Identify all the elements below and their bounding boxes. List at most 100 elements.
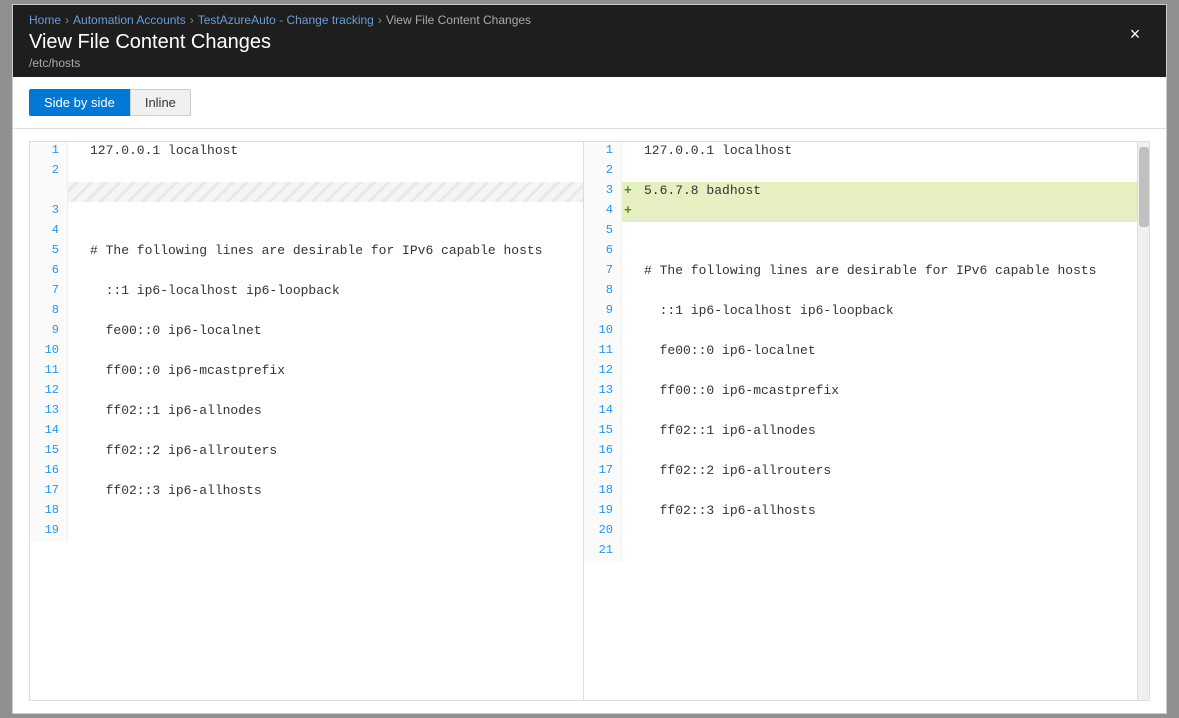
diff-line: 14 [30,422,583,442]
line-change-marker [622,402,638,422]
diff-line: 11 ff00::0 ip6-mcastprefix [30,362,583,382]
line-change-marker [68,162,84,182]
diff-line: 10 [584,322,1137,342]
diff-line: 3+5.6.7.8 badhost [584,182,1137,202]
line-content [638,362,1137,382]
diff-line-hatched [30,182,583,202]
line-num: 16 [584,442,622,462]
line-num: 12 [584,362,622,382]
line-content [638,482,1137,502]
line-num: 12 [30,382,68,402]
diff-line: 19 [30,522,583,542]
line-content [84,342,583,362]
diff-line: 15 ff02::2 ip6-allrouters [30,442,583,462]
line-change-marker [68,322,84,342]
line-change-marker [68,302,84,322]
diff-line: 8 [584,282,1137,302]
line-num: 2 [584,162,622,182]
diff-line: 15 ff02::1 ip6-allnodes [584,422,1137,442]
line-change-marker [622,302,638,322]
line-change-marker [622,482,638,502]
line-num: 10 [30,342,68,362]
line-num [30,182,68,202]
line-content: ff00::0 ip6-mcastprefix [638,382,1137,402]
line-content: ff02::2 ip6-allrouters [638,462,1137,482]
scrollbar-track[interactable] [1137,142,1149,700]
line-content: ff02::1 ip6-allnodes [638,422,1137,442]
line-num: 16 [30,462,68,482]
line-content [638,322,1137,342]
line-content: ff02::2 ip6-allrouters [84,442,583,462]
diff-line: 16 [584,442,1137,462]
line-change-marker [68,282,84,302]
line-change-marker [622,382,638,402]
line-change-marker [622,522,638,542]
line-num: 15 [30,442,68,462]
diff-line: 17 ff02::2 ip6-allrouters [584,462,1137,482]
line-num: 13 [584,382,622,402]
diff-container: 1127.0.0.1 localhost2345# The following … [29,141,1150,701]
breadcrumb: Home › Automation Accounts › TestAzureAu… [29,13,1150,27]
line-change-marker [68,342,84,362]
diff-line: 9 ::1 ip6-localhost ip6-loopback [584,302,1137,322]
line-num: 3 [584,182,622,202]
line-num: 4 [30,222,68,242]
diff-line: 20 [584,522,1137,542]
scrollbar-thumb[interactable] [1139,147,1149,227]
modal-toolbar: Side by side Inline [13,77,1166,129]
line-content: # The following lines are desirable for … [638,262,1137,282]
line-content: # The following lines are desirable for … [84,242,583,262]
diff-pane-left[interactable]: 1127.0.0.1 localhost2345# The following … [30,142,584,700]
line-num: 1 [30,142,68,162]
diff-line: 1127.0.0.1 localhost [30,142,583,162]
line-num: 7 [30,282,68,302]
line-change-marker [622,362,638,382]
modal: Home › Automation Accounts › TestAzureAu… [12,4,1167,714]
close-button[interactable]: × [1120,19,1150,49]
line-num: 9 [584,302,622,322]
line-num: 1 [584,142,622,162]
line-content [638,202,1137,222]
diff-line: 1127.0.0.1 localhost [584,142,1137,162]
line-change-marker [68,422,84,442]
line-num: 17 [30,482,68,502]
line-content [84,262,583,282]
line-content: ff00::0 ip6-mcastprefix [84,362,583,382]
line-content: ::1 ip6-localhost ip6-loopback [638,302,1137,322]
modal-overlay: Home › Automation Accounts › TestAzureAu… [0,0,1179,718]
diff-pane-right[interactable]: 1127.0.0.1 localhost23+5.6.7.8 badhost4+… [584,142,1137,700]
diff-line: 13 ff02::1 ip6-allnodes [30,402,583,422]
line-change-marker [68,262,84,282]
line-content [638,282,1137,302]
modal-title: View File Content Changes [29,31,1150,54]
line-change-marker [622,322,638,342]
line-content [638,402,1137,422]
breadcrumb-home[interactable]: Home [29,13,61,27]
diff-line: 8 [30,302,583,322]
breadcrumb-current: View File Content Changes [386,13,531,27]
line-num: 6 [584,242,622,262]
line-num: 9 [30,322,68,342]
diff-line: 17 ff02::3 ip6-allhosts [30,482,583,502]
breadcrumb-tracking[interactable]: TestAzureAuto - Change tracking [198,13,374,27]
line-num: 20 [584,522,622,542]
diff-line: 4 [30,222,583,242]
diff-line: 7 ::1 ip6-localhost ip6-loopback [30,282,583,302]
diff-line: 10 [30,342,583,362]
line-num: 2 [30,162,68,182]
line-num: 15 [584,422,622,442]
tab-inline[interactable]: Inline [130,89,191,116]
line-content [638,442,1137,462]
line-num: 8 [584,282,622,302]
line-change-marker [68,462,84,482]
line-change-marker [622,462,638,482]
tab-side-by-side[interactable]: Side by side [29,89,130,116]
line-num: 19 [584,502,622,522]
line-change-marker [68,382,84,402]
breadcrumb-automation[interactable]: Automation Accounts [73,13,186,27]
line-change-marker [622,422,638,442]
line-num: 18 [584,482,622,502]
diff-line: 21 [584,542,1137,562]
line-change-marker [68,442,84,462]
line-num: 8 [30,302,68,322]
